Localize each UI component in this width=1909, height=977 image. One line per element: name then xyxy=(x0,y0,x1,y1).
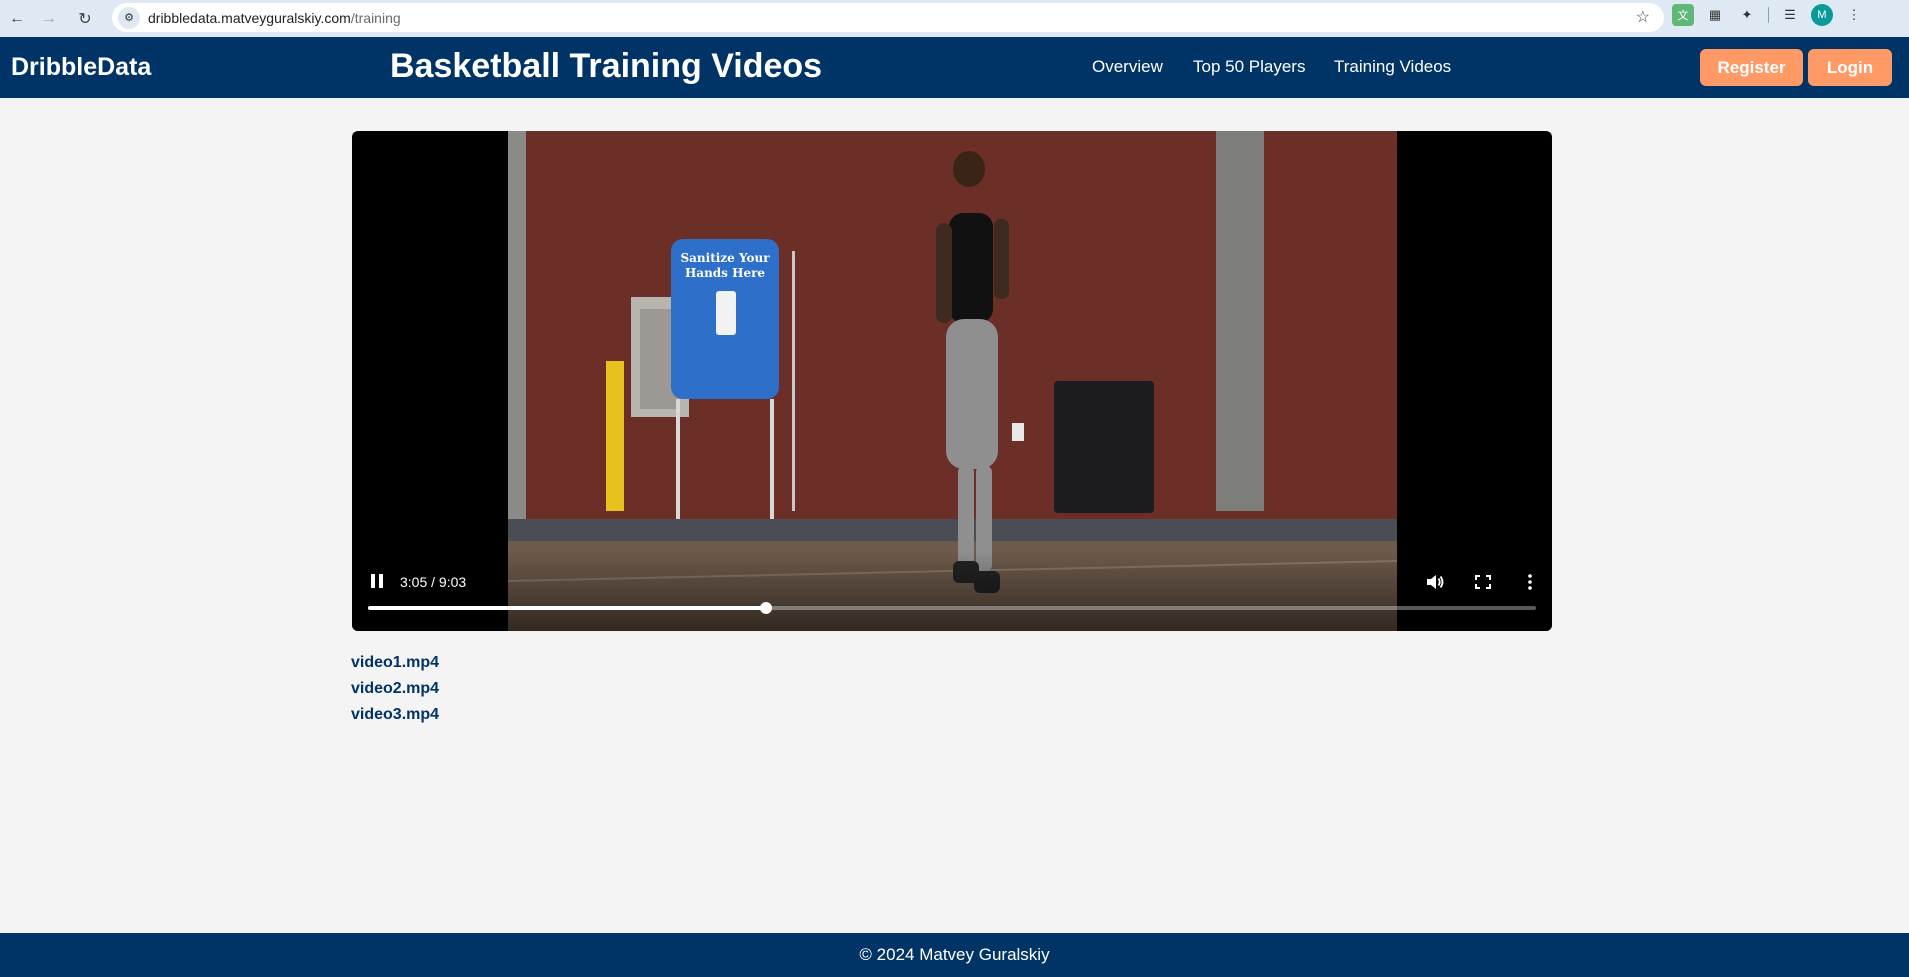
video-link-2[interactable]: video2.mp4 xyxy=(351,676,439,702)
translate-extension-icon[interactable]: 文 xyxy=(1672,4,1694,26)
site-info-icon[interactable]: ⚙ xyxy=(118,6,140,29)
login-button[interactable]: Login xyxy=(1808,49,1892,86)
browser-menu-icon[interactable]: ⋮ xyxy=(1843,4,1865,26)
toolbar-divider xyxy=(1768,7,1769,23)
address-bar[interactable]: ⚙ dribbledata.matveyguralskiy.com/traini… xyxy=(112,3,1664,32)
sign-text-line2: Hands Here xyxy=(685,266,765,280)
back-icon[interactable]: ← xyxy=(0,4,34,34)
extensions-puzzle-icon[interactable]: ✦ xyxy=(1736,4,1758,26)
nav-top-50-players[interactable]: Top 50 Players xyxy=(1193,57,1305,77)
video-list: video1.mp4 video2.mp4 video3.mp4 xyxy=(351,650,439,728)
reload-icon[interactable]: ↻ xyxy=(68,4,102,34)
controls-overlay xyxy=(352,551,1552,631)
video-link-3[interactable]: video3.mp4 xyxy=(351,702,439,728)
site-logo[interactable]: DribbleData xyxy=(11,53,151,82)
bookmark-star-icon[interactable]: ☆ xyxy=(1636,7,1650,27)
nav-training-videos[interactable]: Training Videos xyxy=(1334,57,1451,77)
site-footer: © 2024 Matvey Guralskiy xyxy=(0,933,1909,977)
site-header: DribbleData Basketball Training Videos O… xyxy=(0,37,1909,98)
browser-toolbar: ← → ↻ ⚙ dribbledata.matveyguralskiy.com/… xyxy=(0,0,1909,37)
progress-scrubber[interactable] xyxy=(759,602,772,614)
qr-code-icon[interactable]: ▦ xyxy=(1704,4,1726,26)
pause-icon[interactable] xyxy=(370,574,384,588)
nav-overview[interactable]: Overview xyxy=(1092,57,1163,77)
progress-fill xyxy=(368,606,766,610)
page-title: Basketball Training Videos xyxy=(390,47,823,85)
url-host: dribbledata.matveyguralskiy.com xyxy=(148,9,351,26)
video-link-1[interactable]: video1.mp4 xyxy=(351,650,439,676)
more-options-icon[interactable] xyxy=(1520,573,1540,591)
extensions-area: 文 ▦ ✦ ☰ M ⋮ xyxy=(1672,4,1865,26)
forward-icon[interactable]: → xyxy=(32,4,66,34)
url-text[interactable]: dribbledata.matveyguralskiy.com/training xyxy=(148,10,401,26)
volume-icon[interactable] xyxy=(1425,573,1445,591)
url-path: /training xyxy=(350,9,401,26)
register-button[interactable]: Register xyxy=(1700,49,1803,86)
fullscreen-icon[interactable] xyxy=(1473,573,1493,591)
time-display: 3:05 / 9:03 xyxy=(400,574,467,590)
profile-avatar[interactable]: M xyxy=(1811,4,1833,26)
media-controls-icon[interactable]: ☰ xyxy=(1779,4,1801,26)
video-player[interactable]: Sanitize Your Hands Here 3:05 / 9:03 xyxy=(352,131,1552,631)
copyright-text: © 2024 Matvey Guralskiy xyxy=(859,945,1050,964)
sign-text-line1: Sanitize Your xyxy=(680,251,770,265)
progress-bar[interactable] xyxy=(368,602,1536,614)
